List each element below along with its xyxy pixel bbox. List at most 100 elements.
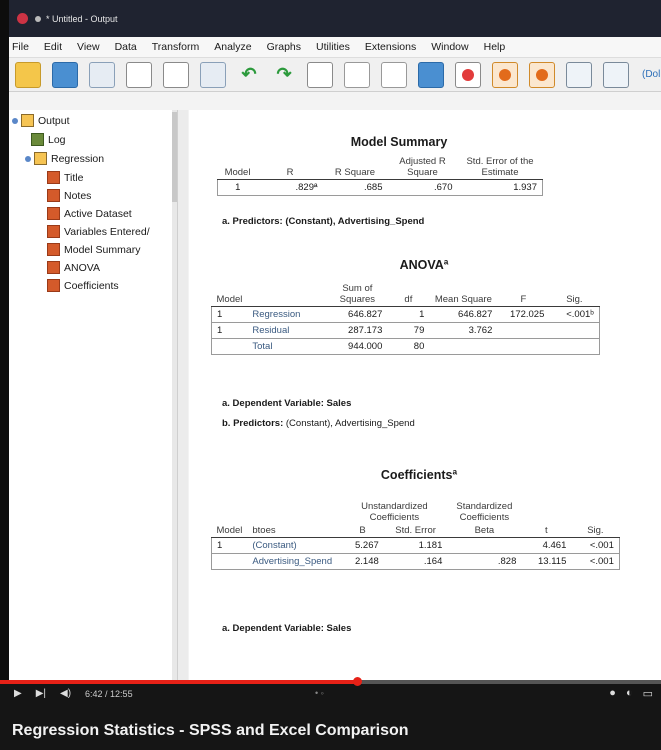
export-icon[interactable] xyxy=(163,61,189,88)
video-scrubber-knob[interactable] xyxy=(352,677,362,686)
col-header: Adjusted R Square xyxy=(387,155,458,180)
captions-icon[interactable]: ◐ xyxy=(626,687,633,700)
menu-view[interactable]: View xyxy=(77,41,100,53)
redo-icon[interactable]: ↷ xyxy=(272,63,296,87)
anova-title: ANOVAª xyxy=(399,258,449,272)
save-icon[interactable] xyxy=(52,61,78,88)
recall-dialog-icon[interactable] xyxy=(200,61,226,88)
nav-item-coefficients[interactable]: Coefficients xyxy=(47,279,119,292)
cell: 1 xyxy=(419,309,425,320)
cell xyxy=(212,339,248,355)
nav-item-variables-entered[interactable]: Variables Entered/ xyxy=(47,225,150,238)
document-icon xyxy=(47,279,60,292)
menu-extensions[interactable]: Extensions xyxy=(365,41,416,53)
nav-item-label: Model Summary xyxy=(64,243,141,256)
cell: Residual xyxy=(252,325,290,336)
cell: 287.173 xyxy=(348,325,383,336)
nav-item-anova[interactable]: ANOVA xyxy=(47,261,100,274)
cell: 1.937 xyxy=(513,182,537,193)
pane-splitter[interactable] xyxy=(178,110,188,680)
volume-icon[interactable]: ◀) xyxy=(60,688,71,699)
col-header: Model xyxy=(211,524,248,538)
video-right-controls: ● ◐ ▭ xyxy=(599,687,653,700)
goto-case-icon[interactable] xyxy=(344,61,370,88)
col-header: Beta xyxy=(447,524,522,538)
document-icon xyxy=(47,207,60,220)
document-icon xyxy=(47,225,60,238)
log-icon xyxy=(31,133,44,146)
link-icon[interactable] xyxy=(603,61,629,88)
menu-data[interactable]: Data xyxy=(115,41,137,53)
print-preview-icon[interactable] xyxy=(126,61,152,88)
nav-scroll-thumb[interactable] xyxy=(172,112,177,202)
cell xyxy=(497,339,549,355)
footnote-b-text: (Constant), Advertising_Spend xyxy=(285,418,415,429)
video-controls: ▶ ▶| ◀) 6:42 / 12:55 xyxy=(14,688,147,699)
menu-help[interactable]: Help xyxy=(484,41,506,53)
nav-item-model-summary[interactable]: Model Summary xyxy=(47,243,140,256)
group-header: Unstandardized Coefficients xyxy=(361,501,428,523)
toolbar: ↶ ↷ (Dol xyxy=(9,58,661,92)
document-icon xyxy=(47,189,60,202)
nav-item-active-dataset[interactable]: Active Dataset xyxy=(47,207,132,220)
nav-log[interactable]: Log xyxy=(31,133,66,146)
coefficients-table: Unstandardized Coefficients Standardized… xyxy=(211,500,620,570)
nav-output[interactable]: Output xyxy=(12,114,70,127)
col-header: Model xyxy=(211,282,248,307)
col-header: R Square xyxy=(322,155,388,180)
col-header: Sig. xyxy=(571,524,620,538)
designate-window-icon[interactable] xyxy=(492,61,518,88)
video-progress-bar[interactable] xyxy=(0,677,661,686)
col-header: F xyxy=(497,282,550,307)
cell: 1 xyxy=(217,540,223,551)
cell: 646.827 xyxy=(348,309,383,320)
nav-item-title[interactable]: Title xyxy=(47,171,83,184)
spss-output-window: * Untitled - Output File Edit View Data … xyxy=(9,0,661,680)
select-last-output-icon[interactable] xyxy=(529,61,555,88)
cell xyxy=(447,538,521,554)
nav-scrollbar[interactable] xyxy=(172,110,177,680)
variables-icon[interactable] xyxy=(381,61,407,88)
output-content: Model Summary Model R R Square Adjusted … xyxy=(189,110,661,680)
find-icon[interactable] xyxy=(566,61,592,88)
play-icon[interactable]: ▶ xyxy=(14,688,22,699)
menu-transform[interactable]: Transform xyxy=(152,41,199,53)
footnote-b-label: b. Predictors: xyxy=(222,418,284,429)
autoplay-icon[interactable]: ● xyxy=(609,687,616,700)
anova-footnote-b: b. Predictors: (Constant), Advertising_S… xyxy=(222,418,415,429)
goto-data-icon[interactable] xyxy=(307,61,333,88)
col-header: Sum of Squares xyxy=(327,282,388,307)
show-data-icon[interactable] xyxy=(455,61,481,88)
col-header xyxy=(247,282,328,307)
nav-item-notes[interactable]: Notes xyxy=(47,189,91,202)
toolbar-link[interactable]: (Dol xyxy=(642,69,660,80)
menu-edit[interactable]: Edit xyxy=(44,41,62,53)
cell: 944.000 xyxy=(348,341,383,352)
nav-item-label: Coefficients xyxy=(64,279,119,292)
open-folder-icon[interactable] xyxy=(15,61,41,88)
video-player-bar: ▶ ▶| ◀) 6:42 / 12:55 • ◦ ● ◐ ▭ Regressio… xyxy=(0,677,661,750)
menu-file[interactable]: File xyxy=(12,41,29,53)
run-descriptives-icon[interactable] xyxy=(418,61,444,88)
col-header: Std. Error xyxy=(383,524,448,538)
coefficients-footnote: a. Dependent Variable: Sales xyxy=(222,623,352,634)
menu-utilities[interactable]: Utilities xyxy=(316,41,350,53)
menu-window[interactable]: Window xyxy=(431,41,468,53)
menu-analyze[interactable]: Analyze xyxy=(214,41,251,53)
col-header: Std. Error of the Estimate xyxy=(457,155,543,180)
menu-graphs[interactable]: Graphs xyxy=(267,41,301,53)
print-icon[interactable] xyxy=(89,61,115,88)
nav-regression[interactable]: Regression xyxy=(25,152,104,165)
undo-icon[interactable]: ↶ xyxy=(237,63,261,87)
miniplayer-icon[interactable]: ▭ xyxy=(643,687,653,700)
col-header: btoes xyxy=(247,524,342,538)
cell: 172.025 xyxy=(510,309,545,320)
output-folder-icon xyxy=(21,114,34,127)
table-row: 1 Residual 287.173 79 3.762 xyxy=(211,322,600,339)
col-header: Mean Square xyxy=(429,282,498,307)
app-icon xyxy=(17,13,28,24)
nav-output-label: Output xyxy=(38,114,70,127)
cell xyxy=(549,323,599,339)
next-icon[interactable]: ▶| xyxy=(36,688,46,699)
expand-icon xyxy=(25,155,31,162)
